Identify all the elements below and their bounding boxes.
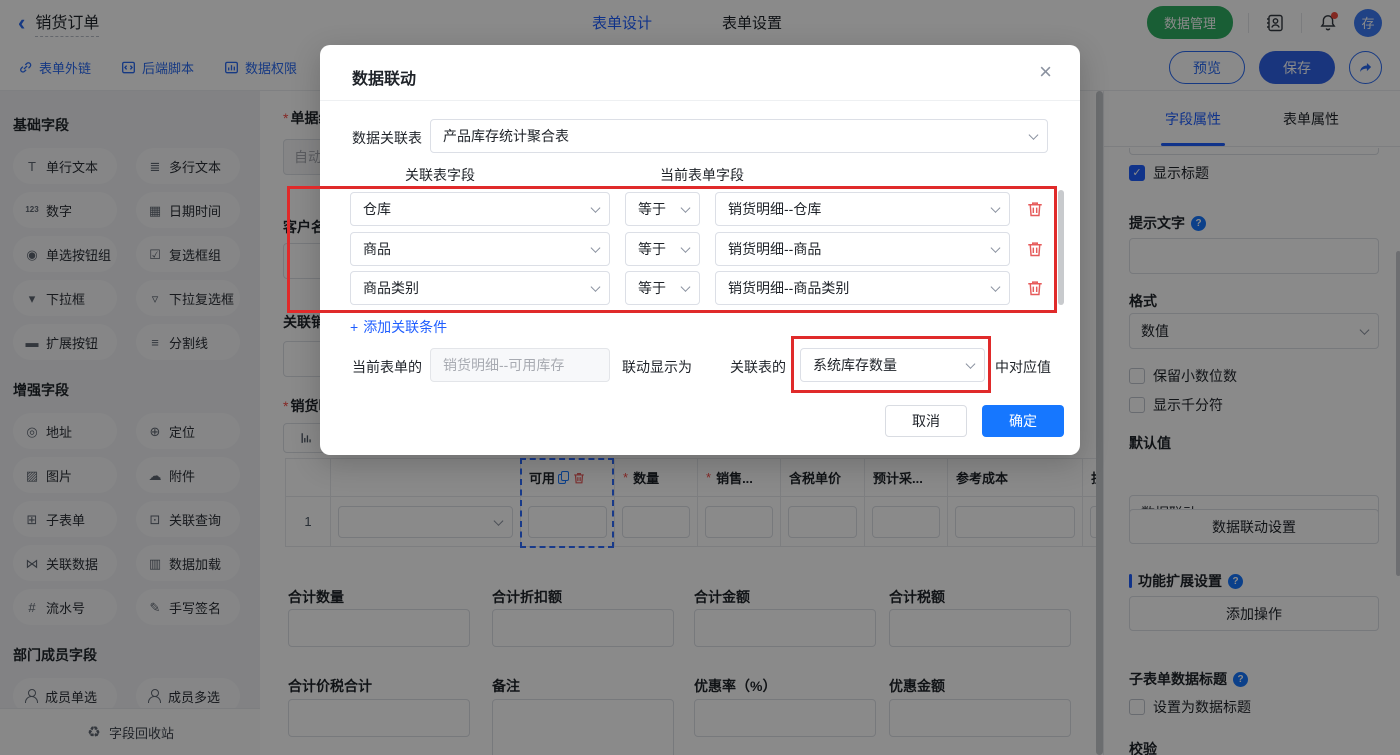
plus-icon: + xyxy=(350,319,359,335)
column-header-right: 当前表单字段 xyxy=(660,167,744,183)
condition-1-operator-select[interactable]: 等于 xyxy=(625,192,700,226)
condition-3-operator-select[interactable]: 等于 xyxy=(625,271,700,305)
display-as-label: 联动显示为 xyxy=(622,359,692,375)
linked-table-label: 数据关联表 xyxy=(352,130,422,146)
chevron-down-icon xyxy=(965,359,976,369)
chevron-down-icon xyxy=(680,243,691,253)
chevron-down-icon xyxy=(680,282,691,292)
data-linkage-modal: 数据联动 × 数据关联表 产品库存统计聚合表 关联表字段 当前表单字段 仓库 等… xyxy=(320,45,1080,455)
chevron-down-icon xyxy=(680,203,691,213)
condition-3-left-select[interactable]: 商品类别 xyxy=(350,271,610,305)
condition-1-right-select[interactable]: 销货明细--仓库 xyxy=(715,192,1010,226)
condition-2-right-select[interactable]: 销货明细--商品 xyxy=(715,232,1010,266)
delete-condition-3-icon[interactable] xyxy=(1026,279,1044,297)
condition-2-operator-select[interactable]: 等于 xyxy=(625,232,700,266)
modal-divider xyxy=(320,100,1080,101)
condition-2-left-select[interactable]: 商品 xyxy=(350,232,610,266)
condition-3-right-select[interactable]: 销货明细--商品类别 xyxy=(715,271,1010,305)
chevron-down-icon xyxy=(990,203,1001,213)
close-icon[interactable]: × xyxy=(1039,61,1052,83)
chevron-down-icon xyxy=(590,282,601,292)
related-table-label: 关联表的 xyxy=(730,359,786,375)
related-field-select[interactable]: 系统库存数量 xyxy=(800,348,985,382)
modal-title: 数据联动 xyxy=(352,71,417,88)
current-field-input: 销货明细--可用库存 xyxy=(430,348,610,382)
confirm-button[interactable]: 确定 xyxy=(982,405,1064,437)
chevron-down-icon xyxy=(1028,130,1039,140)
modal-scrollbar[interactable] xyxy=(1058,190,1064,305)
condition-1-left-select[interactable]: 仓库 xyxy=(350,192,610,226)
delete-condition-2-icon[interactable] xyxy=(1026,240,1044,258)
suffix-label: 中对应值 xyxy=(995,359,1051,375)
chevron-down-icon xyxy=(990,243,1001,253)
chevron-down-icon xyxy=(990,282,1001,292)
delete-condition-1-icon[interactable] xyxy=(1026,200,1044,218)
cancel-button[interactable]: 取消 xyxy=(885,405,967,437)
column-header-left: 关联表字段 xyxy=(405,167,475,183)
linked-table-select[interactable]: 产品库存统计聚合表 xyxy=(430,119,1048,153)
add-condition-link[interactable]: + 添加关联条件 xyxy=(350,317,447,337)
chevron-down-icon xyxy=(590,243,601,253)
chevron-down-icon xyxy=(590,203,601,213)
app-window: ‹ 销货订单 表单设计 表单设置 数据管理 存 表单外链 后端脚本 数据权限 预… xyxy=(0,0,1400,755)
current-form-label: 当前表单的 xyxy=(352,359,422,375)
